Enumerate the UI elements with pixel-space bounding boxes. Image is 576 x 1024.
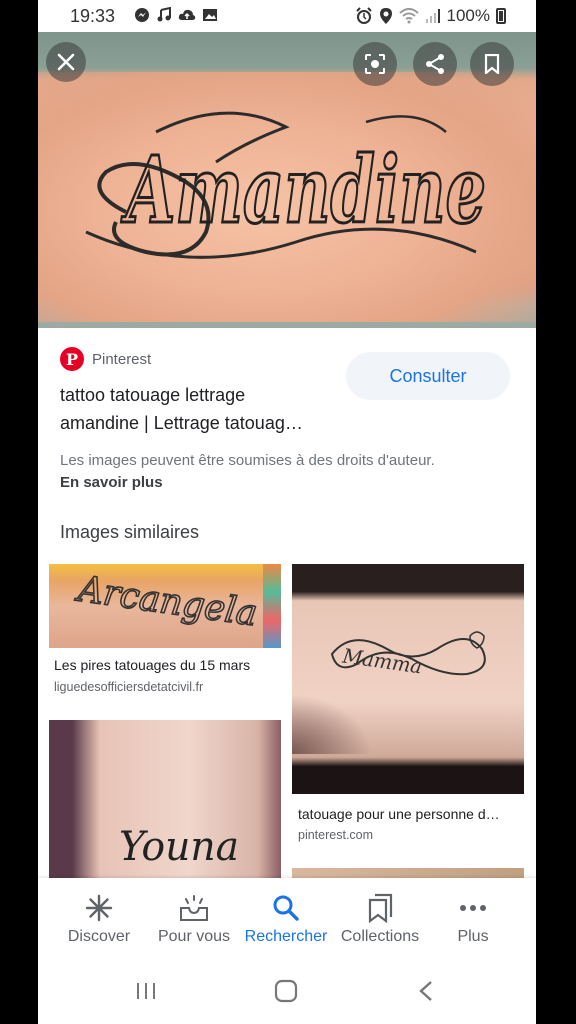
similar-image-1[interactable]: Arcangela — [49, 564, 281, 648]
nav-rechercher[interactable]: Rechercher — [240, 878, 332, 962]
result-title[interactable]: tattoo tatouage lettrage amandine | Lett… — [60, 381, 350, 437]
preview-image[interactable]: Amandine — [38, 32, 536, 328]
inbox-icon — [180, 895, 208, 921]
consult-button[interactable]: Consulter — [346, 352, 510, 400]
similar-domain-2: pinterest.com — [298, 828, 374, 842]
status-time: 19:33 — [70, 6, 116, 26]
search-icon — [273, 895, 299, 921]
image-icon — [203, 9, 217, 21]
collections-icon — [368, 893, 393, 923]
location-icon — [379, 8, 392, 24]
nav-discover[interactable]: Discover — [58, 878, 140, 962]
music-icon — [157, 7, 171, 22]
asterisk-icon — [85, 894, 113, 922]
pinterest-logo-icon: P — [60, 347, 84, 371]
status-bar: 19:33 100% — [38, 0, 536, 32]
nav-collections[interactable]: Collections — [332, 878, 428, 962]
copyright-notice: Les images peuvent être soumises à des d… — [60, 450, 520, 494]
lens-icon — [365, 54, 385, 74]
nav-pour-vous[interactable]: Pour vous — [148, 878, 240, 962]
signal-icon — [425, 9, 440, 23]
nav-plus[interactable]: Plus — [438, 878, 508, 962]
battery-percent: 100% — [446, 6, 490, 25]
similar-title-2[interactable]: tatouage pour une personne d… — [298, 806, 524, 822]
lens-button[interactable] — [353, 42, 397, 86]
similar-domain-1: liguedesofficiersdetatcivil.fr — [54, 680, 204, 694]
similar-tattoo-text-3: Youna — [119, 824, 239, 870]
tattoo-lettering: Amandine — [85, 111, 488, 259]
similar-tattoo-text-2: Mamma — [340, 643, 424, 678]
share-icon — [426, 54, 444, 74]
more-icon — [460, 905, 486, 911]
close-button[interactable] — [46, 42, 86, 82]
similar-image-2[interactable]: Mamma — [292, 564, 524, 794]
close-icon — [57, 53, 75, 71]
back-button[interactable] — [414, 976, 438, 1006]
hero-tattoo-text: Amandine — [120, 136, 486, 244]
home-button[interactable] — [272, 976, 300, 1006]
learn-more-link[interactable]: En savoir plus — [60, 472, 520, 494]
messenger-icon — [135, 8, 149, 22]
wifi-icon — [398, 8, 419, 24]
alarm-icon — [355, 7, 372, 24]
source-row[interactable]: P Pinterest — [60, 347, 151, 371]
similar-images-heading: Images similaires — [60, 522, 200, 542]
bottom-navigation: Discover Pour vous Rechercher Collection… — [38, 878, 536, 962]
battery-icon — [496, 8, 506, 24]
system-navigation — [38, 962, 536, 1024]
recents-icon — [137, 983, 155, 999]
similar-title-1[interactable]: Les pires tatouages du 15 mars — [54, 657, 284, 673]
similar-tattoo-text-1: Arcangela — [73, 568, 260, 634]
similar-image-3[interactable]: Youna — [49, 720, 281, 878]
app-screen: 19:33 100% Amandine P Pinterest Consulte… — [38, 0, 536, 1024]
recents-button[interactable] — [134, 976, 158, 1006]
bookmark-button[interactable] — [470, 42, 514, 86]
similar-image-4[interactable] — [292, 868, 524, 878]
source-name: Pinterest — [92, 350, 152, 368]
home-icon — [274, 979, 298, 1003]
cloud-upload-icon — [178, 9, 196, 20]
bookmark-icon — [484, 54, 500, 74]
share-button[interactable] — [413, 42, 457, 86]
back-icon — [419, 981, 432, 1001]
